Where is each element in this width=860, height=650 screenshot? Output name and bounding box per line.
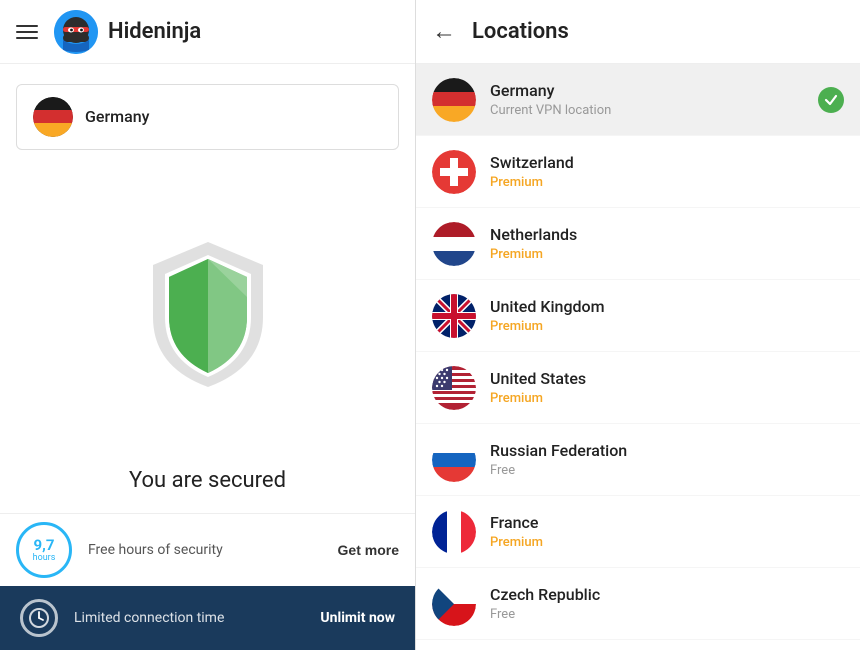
right-panel: ← Locations GermanyCurrent VPN location S… [415,0,860,650]
location-name: Netherlands [490,225,844,246]
location-item[interactable]: United StatesPremium [416,352,860,424]
location-sub: Premium [490,319,844,334]
location-info: United KingdomPremium [490,297,844,335]
flag-uk [432,294,476,338]
hours-number: 9,7 [34,537,55,554]
check-icon [818,87,844,113]
location-info: Russian FederationFree [490,441,844,479]
location-name: Switzerland [490,153,844,174]
selected-country-name: Germany [85,107,149,128]
location-sub: Premium [490,175,844,190]
location-sub: Free [490,607,844,622]
location-name: France [490,513,844,534]
location-info: NetherlandsPremium [490,225,844,263]
location-name: Russian Federation [490,441,844,462]
left-header: Hideninja [0,0,415,64]
hours-circle: 9,7 hours [16,522,72,578]
secured-text: You are secured [0,458,415,513]
locations-title: Locations [472,19,569,44]
location-item[interactable]: United KingdomPremium [416,280,860,352]
location-name: Czech Republic [490,585,844,606]
location-sub: Current VPN location [490,103,804,118]
selected-flag [33,97,73,137]
location-item[interactable]: Russian FederationFree [416,424,860,496]
location-item[interactable]: Czech RepublicFree [416,568,860,640]
hours-unit: hours [33,553,56,563]
limited-time-text: Limited connection time [74,610,304,626]
flag-france [432,510,476,554]
app-logo [54,10,98,54]
flag-usa [432,366,476,410]
location-list: GermanyCurrent VPN locationSwitzerlandPr… [416,64,860,650]
hamburger-menu[interactable] [16,25,38,39]
location-name: Germany [490,81,804,102]
shield-container [0,150,415,458]
unlimit-now-button[interactable]: Unlimit now [320,610,395,626]
location-item[interactable]: PolandPremium [416,640,860,650]
flag-russia [432,438,476,482]
location-item[interactable]: FrancePremium [416,496,860,568]
free-hours-label: Free hours of security [88,542,322,558]
flag-germany [432,78,476,122]
location-item[interactable]: SwitzerlandPremium [416,136,860,208]
location-sub: Premium [490,247,844,262]
location-info: GermanyCurrent VPN location [490,81,804,119]
bottom-bar: 9,7 hours Free hours of security Get mor… [0,514,415,586]
shield-icon [143,237,273,392]
location-bar[interactable]: Germany [16,84,399,150]
location-name: United Kingdom [490,297,844,318]
location-name: United States [490,369,844,390]
flag-czech [432,582,476,626]
location-sub: Premium [490,391,844,406]
location-info: FrancePremium [490,513,844,551]
app-title: Hideninja [108,19,201,44]
right-header: ← Locations [416,0,860,64]
back-button[interactable]: ← [432,17,456,46]
flag-switzerland [432,150,476,194]
location-info: Czech RepublicFree [490,585,844,623]
location-info: SwitzerlandPremium [490,153,844,191]
left-panel: Hideninja Germany [0,0,415,650]
location-sub: Free [490,463,844,478]
unlimited-bar: Limited connection time Unlimit now [0,586,415,650]
clock-icon [20,599,58,637]
location-info: United StatesPremium [490,369,844,407]
location-item[interactable]: NetherlandsPremium [416,208,860,280]
flag-netherlands [432,222,476,266]
location-sub: Premium [490,535,844,550]
get-more-button[interactable]: Get more [338,542,399,558]
location-item[interactable]: GermanyCurrent VPN location [416,64,860,136]
